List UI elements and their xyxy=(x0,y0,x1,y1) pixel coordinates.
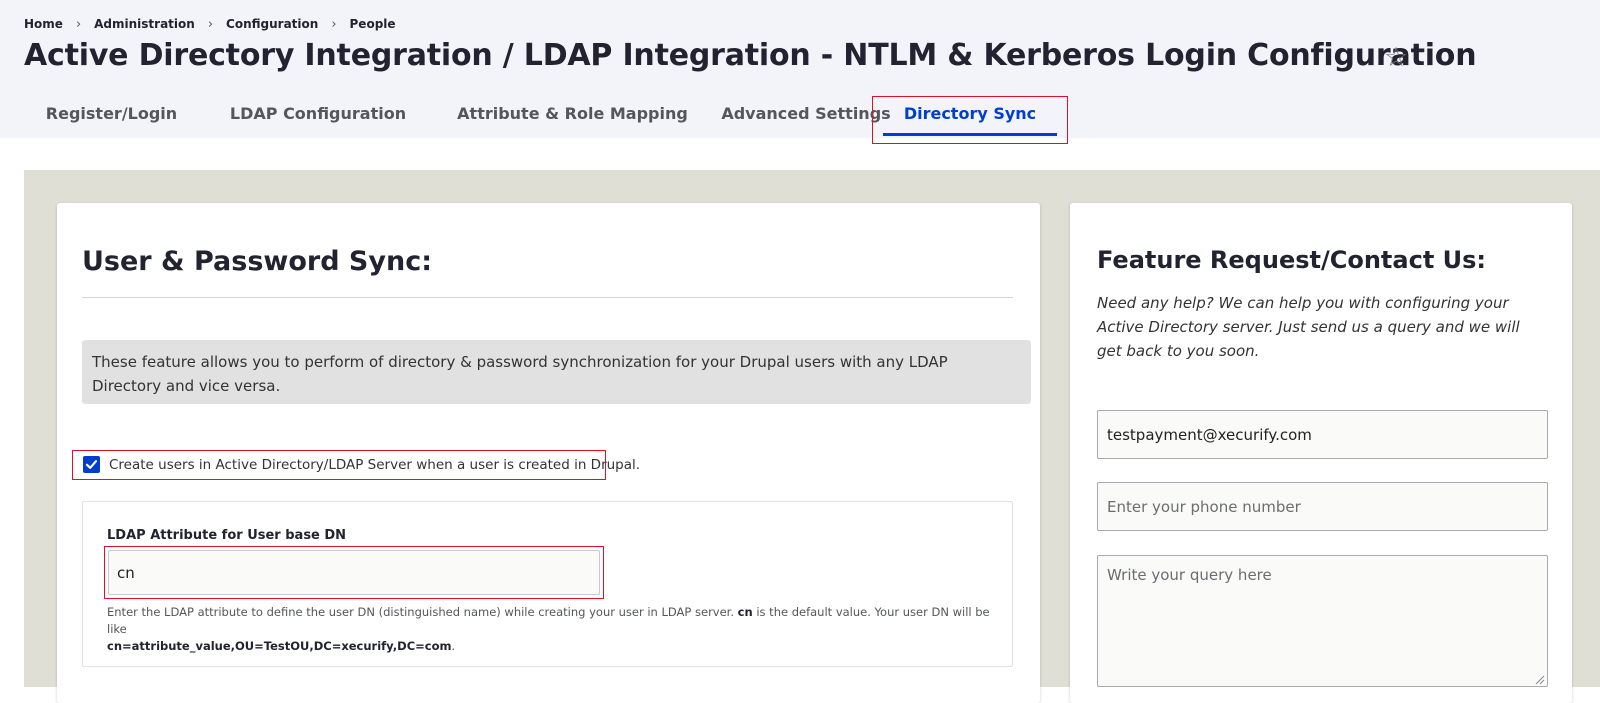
tab-advanced-settings[interactable]: Advanced Settings xyxy=(720,96,892,138)
breadcrumb-administration[interactable]: Administration xyxy=(94,17,195,31)
help-text: Enter the LDAP attribute to define the u… xyxy=(107,605,738,619)
checkmark-icon xyxy=(85,460,98,469)
user-base-dn-help: Enter the LDAP attribute to define the u… xyxy=(107,604,1007,655)
user-base-dn-input[interactable] xyxy=(108,550,600,595)
tab-ldap-configuration[interactable]: LDAP Configuration xyxy=(214,96,422,138)
email-field[interactable] xyxy=(1097,410,1548,459)
help-example-dn: cn=attribute_value,OU=TestOU,DC=xecurify… xyxy=(107,639,452,653)
star-icon[interactable]: ☆ xyxy=(1384,42,1408,73)
user-base-dn-label: LDAP Attribute for User base DN xyxy=(107,528,347,543)
tab-attribute-role-mapping[interactable]: Attribute & Role Mapping xyxy=(444,96,701,138)
chevron-right-icon: › xyxy=(75,17,82,32)
help-text: . xyxy=(451,639,456,653)
info-message: These feature allows you to perform of d… xyxy=(82,340,1031,404)
phone-field[interactable] xyxy=(1097,482,1548,531)
contact-description: Need any help? We can help you with conf… xyxy=(1097,294,1520,360)
breadcrumb-people[interactable]: People xyxy=(350,17,396,31)
breadcrumb: Home › Administration › Configuration › People xyxy=(24,17,396,32)
chevron-right-icon: › xyxy=(207,17,214,32)
breadcrumb-configuration[interactable]: Configuration xyxy=(226,17,318,31)
create-users-checkbox[interactable] xyxy=(83,456,100,473)
query-textarea[interactable] xyxy=(1097,555,1548,687)
chevron-right-icon: › xyxy=(331,17,337,32)
contact-title: Feature Request/Contact Us: xyxy=(1097,246,1487,274)
create-users-checkbox-row[interactable]: Create users in Active Directory/LDAP Se… xyxy=(72,450,640,480)
tab-highlight-outline xyxy=(872,96,1068,144)
tab-register-login[interactable]: Register/Login xyxy=(24,96,199,138)
section-title: User & Password Sync: xyxy=(82,246,432,277)
section-divider xyxy=(82,297,1013,298)
help-default-value: cn xyxy=(737,605,753,619)
create-users-checkbox-label[interactable]: Create users in Active Directory/LDAP Se… xyxy=(109,457,640,473)
resize-grip-icon[interactable] xyxy=(1535,675,1545,685)
page-title: Active Directory Integration / LDAP Inte… xyxy=(24,38,1477,73)
breadcrumb-home[interactable]: Home xyxy=(24,17,63,31)
